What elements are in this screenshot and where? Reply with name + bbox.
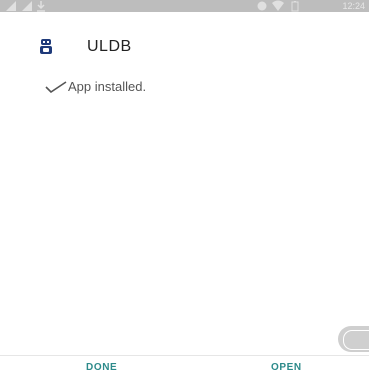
download-icon: [37, 1, 45, 12]
floating-assistive-button[interactable]: [338, 326, 369, 352]
app-header: ULDB: [0, 12, 369, 72]
done-button[interactable]: DONE: [86, 362, 117, 373]
wifi-icon: [272, 0, 284, 11]
install-status-text: App installed.: [68, 79, 147, 94]
open-button[interactable]: OPEN: [271, 362, 302, 373]
check-icon: [45, 81, 67, 93]
signal-icon: [6, 1, 16, 11]
app-name: ULDB: [87, 38, 132, 55]
battery-icon: [291, 1, 299, 12]
signal-icon: [22, 1, 32, 11]
status-bar: 12:24: [0, 0, 369, 12]
bottom-action-bar: DONE OPEN: [0, 355, 369, 382]
uldb-app-icon: [40, 39, 52, 54]
alarm-icon: [257, 1, 267, 11]
status-time: 12:24: [342, 1, 365, 11]
